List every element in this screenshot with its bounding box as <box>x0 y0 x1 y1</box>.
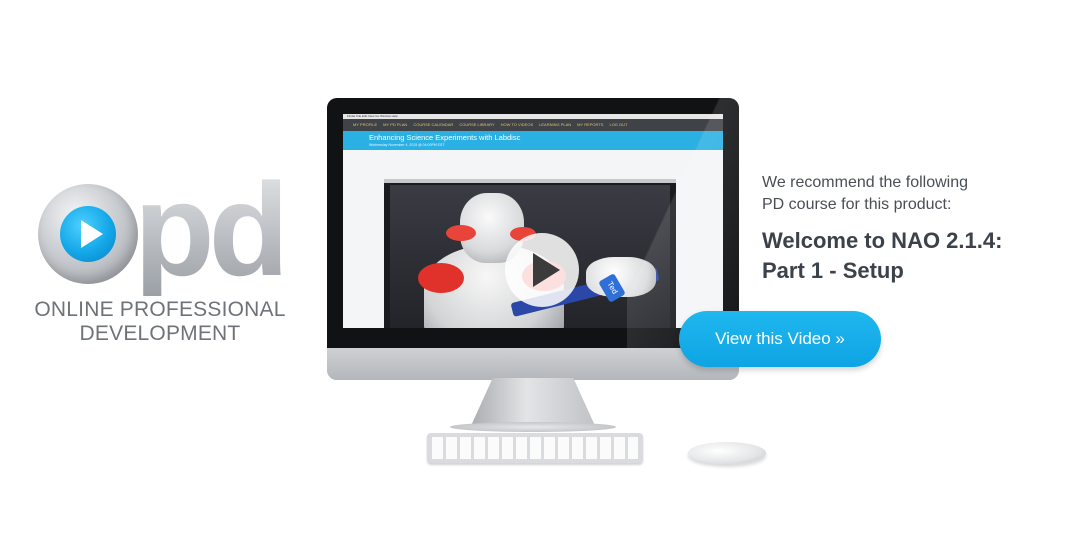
opd-logo: pd ONLINE PROFESSIONAL DEVELOPMENT <box>30 164 290 350</box>
screen-nav-item: HOW TO VIDEOS <box>500 122 534 127</box>
recommend-text-line2: PD course for this product: <box>762 196 952 213</box>
imac-monitor: Finder File Edit View Go Window Help MY … <box>327 98 739 380</box>
screen-nav-item: MY PROFILE <box>353 122 378 127</box>
keyboard-image <box>427 433 643 463</box>
logo-o-circle <box>38 184 138 284</box>
screen-nav-items: MY PROFILE MY PD PLAN COURSE CALENDAR CO… <box>353 119 627 131</box>
play-icon <box>81 220 103 248</box>
robot-ear-left <box>446 225 476 241</box>
monitor-chin <box>327 348 739 380</box>
screen-nav-item: MY REPORTS <box>577 122 604 127</box>
logo-letters: pd <box>134 156 289 303</box>
screen-course-date: Wednesday November 4, 2015 @ 04:00PM EST <box>369 143 445 147</box>
screen-course-title: Enhancing Science Experiments with Labdi… <box>369 133 521 142</box>
logo-text-line1: ONLINE PROFESSIONAL <box>34 298 286 321</box>
monitor-stand <box>470 378 596 428</box>
video-play-button <box>505 233 579 307</box>
screen-nav-item: LEARNING PLAN <box>539 122 572 127</box>
logo-text-line2: DEVELOPMENT <box>79 322 241 345</box>
screen-nav-item: LOG OUT <box>609 122 628 127</box>
logo-wordmark: ONLINE PROFESSIONAL DEVELOPMENT <box>30 298 290 346</box>
course-title-line2: Part 1 - Setup <box>762 258 904 283</box>
screen-nav-item: COURSE CALENDAR <box>413 122 454 127</box>
screen-nav-item: COURSE LIBRARY <box>459 122 495 127</box>
keyboard-keys <box>432 437 638 459</box>
view-video-button[interactable]: View this Video » <box>679 311 881 367</box>
mouse-image <box>688 442 766 464</box>
screen-nav-item: MY PD PLAN <box>383 122 408 127</box>
recommend-text-line1: We recommend the following <box>762 174 969 191</box>
course-title-line1: Welcome to NAO 2.1.4: <box>762 228 1003 253</box>
robot-shoulder-left <box>418 263 464 293</box>
monitor-stand-base <box>450 422 616 432</box>
play-icon <box>533 253 560 287</box>
